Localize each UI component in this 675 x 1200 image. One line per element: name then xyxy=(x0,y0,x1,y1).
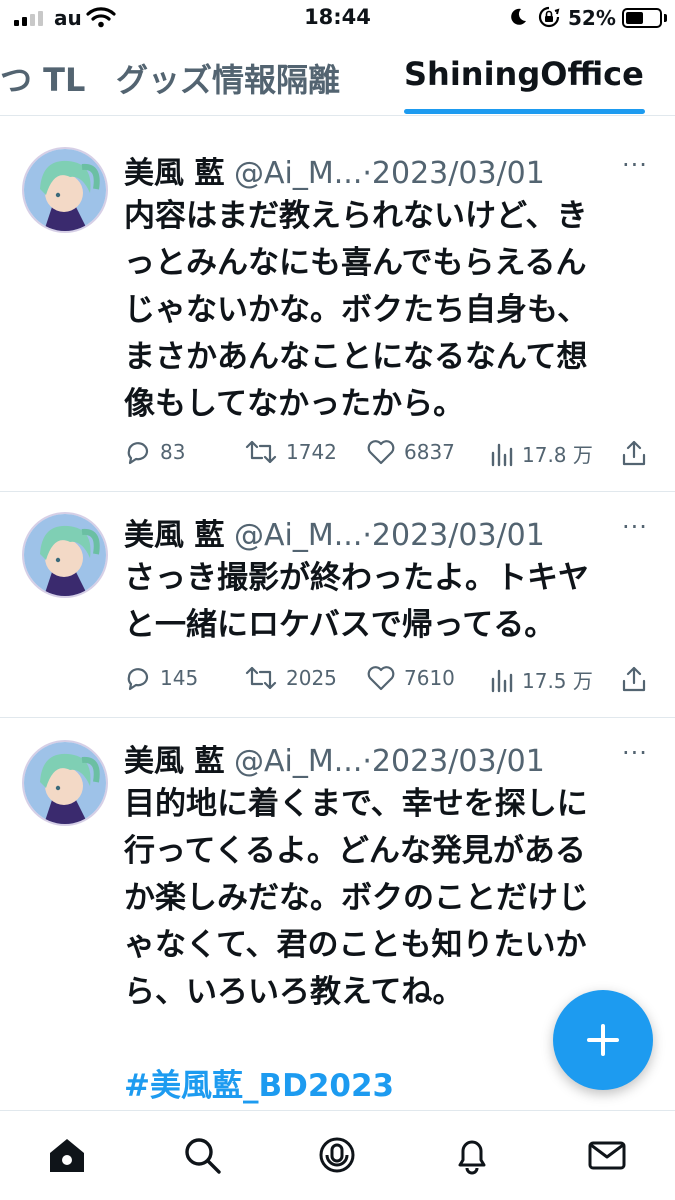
share-button[interactable] xyxy=(620,665,648,693)
avatar[interactable] xyxy=(22,740,108,826)
rotation-lock-icon xyxy=(538,6,560,28)
author-name[interactable]: 美風 藍 xyxy=(124,156,224,191)
reply-count: 83 xyxy=(160,440,186,464)
tweet-header: 美風 藍 @Ai_M...·2023/03/01 xyxy=(124,148,545,192)
tab-tl[interactable]: つ TL xyxy=(0,55,85,101)
view-count: 17.5 万 xyxy=(522,669,593,693)
like-count: 6837 xyxy=(404,440,455,464)
retweet-icon xyxy=(245,440,277,464)
more-options-icon[interactable]: ··· xyxy=(622,739,648,767)
reply-icon xyxy=(127,442,149,465)
views-button[interactable]: 17.5 万 xyxy=(490,665,593,694)
timeline-tabs: つ TL グッズ情報隔離 ShiningOffice xyxy=(0,40,675,116)
tweet-text-line: 像もしてなかったから。 xyxy=(124,386,465,422)
tweet[interactable]: 美風 藍 @Ai_M...·2023/03/01 ··· 内容はまだ教えられない… xyxy=(0,117,675,492)
retweet-count: 1742 xyxy=(286,440,337,464)
like-count: 7610 xyxy=(404,666,455,690)
notifications-icon[interactable] xyxy=(452,1135,492,1175)
tweet-text-line: じゃないかな。ボクたち自身も、 xyxy=(124,292,589,328)
tweet-text-line: まさかあんなことになるなんて想 xyxy=(124,339,588,375)
heart-icon xyxy=(367,440,395,465)
tweet-date[interactable]: 2023/03/01 xyxy=(372,744,545,779)
avatar[interactable] xyxy=(22,147,108,233)
tweet-text: 目的地に着くまで、幸せを探しに 行ってくるよ。どんな発見がある か楽しみだな。ボ… xyxy=(124,781,644,1016)
reply-button[interactable]: 145 xyxy=(124,665,198,691)
views-icon xyxy=(491,669,513,692)
retweet-button[interactable]: 1742 xyxy=(244,439,337,465)
tweet-text-line: さっき撮影が終わったよ。トキヤ xyxy=(124,560,589,596)
retweet-icon xyxy=(245,666,277,690)
retweet-button[interactable]: 2025 xyxy=(244,665,337,691)
tweet-header: 美風 藍 @Ai_M...·2023/03/01 xyxy=(124,736,545,780)
tweet-text-line: ゃなくて、君のことも知りたいか xyxy=(124,927,587,963)
reply-count: 145 xyxy=(160,666,199,690)
hashtag-link[interactable]: #美風藍_BD2023 xyxy=(124,1060,394,1105)
share-button[interactable] xyxy=(620,439,648,467)
spaces-icon[interactable] xyxy=(317,1135,357,1175)
compose-tweet-button[interactable] xyxy=(553,990,653,1090)
like-button[interactable]: 7610 xyxy=(366,665,455,691)
reply-icon xyxy=(127,668,149,691)
tweet-header: 美風 藍 @Ai_M...·2023/03/01 xyxy=(124,510,545,554)
tweet-text-line: 目的地に着くまで、幸せを探しに xyxy=(124,786,588,822)
views-button[interactable]: 17.8 万 xyxy=(490,439,593,468)
plus-icon xyxy=(587,1024,619,1056)
status-bar: au 18:44 52% xyxy=(0,0,675,40)
view-count: 17.8 万 xyxy=(522,443,593,467)
bottom-navigation xyxy=(0,1110,675,1200)
battery-icon xyxy=(622,8,662,28)
author-handle[interactable]: @Ai_M... xyxy=(234,518,362,553)
tweet-text: 内容はまだ教えられないけど、き っとみんなにも喜んでもらえるん じゃないかな。ボ… xyxy=(124,193,644,428)
home-icon[interactable] xyxy=(47,1135,87,1175)
more-options-icon[interactable]: ··· xyxy=(622,513,648,541)
share-icon xyxy=(622,440,646,466)
tweet[interactable]: 美風 藍 @Ai_M...·2023/03/01 ··· さっき撮影が終わったよ… xyxy=(0,492,675,718)
reply-button[interactable]: 83 xyxy=(124,439,185,465)
active-tab-indicator xyxy=(404,109,645,114)
tweet-text-line: と一緒にロケバスで帰ってる。 xyxy=(124,607,556,643)
tab-goods-info[interactable]: グッズ情報隔離 xyxy=(116,55,340,101)
moon-icon xyxy=(511,8,526,25)
separator: · xyxy=(362,518,372,553)
separator: · xyxy=(362,156,372,191)
tweet-text-line: か楽しみだな。ボクのことだけじ xyxy=(124,880,589,916)
share-icon xyxy=(622,666,646,692)
tweet-date[interactable]: 2023/03/01 xyxy=(372,518,545,553)
author-handle[interactable]: @Ai_M... xyxy=(234,156,362,191)
retweet-count: 2025 xyxy=(286,666,337,690)
tweet-text-line: 内容はまだ教えられないけど、き xyxy=(124,198,588,234)
tweet-text: さっき撮影が終わったよ。トキヤ と一緒にロケバスで帰ってる。 xyxy=(124,555,644,649)
tweet-text-line: 行ってくるよ。どんな発見がある xyxy=(124,833,586,869)
views-icon xyxy=(491,443,513,466)
author-name[interactable]: 美風 藍 xyxy=(124,518,224,553)
tweet-date[interactable]: 2023/03/01 xyxy=(372,156,545,191)
more-options-icon[interactable]: ··· xyxy=(622,151,648,179)
author-name[interactable]: 美風 藍 xyxy=(124,744,224,779)
like-button[interactable]: 6837 xyxy=(366,439,455,465)
separator: · xyxy=(362,744,372,779)
heart-icon xyxy=(367,666,395,691)
avatar[interactable] xyxy=(22,512,108,598)
messages-icon[interactable] xyxy=(587,1135,627,1175)
tweet-text-line: っとみんなにも喜んでもらえるん xyxy=(124,245,587,281)
battery-percent: 52% xyxy=(568,6,616,30)
search-icon[interactable] xyxy=(182,1135,222,1175)
tab-shiningoffice[interactable]: ShiningOffice xyxy=(404,55,644,93)
author-handle[interactable]: @Ai_M... xyxy=(234,744,362,779)
battery-level xyxy=(626,12,643,24)
